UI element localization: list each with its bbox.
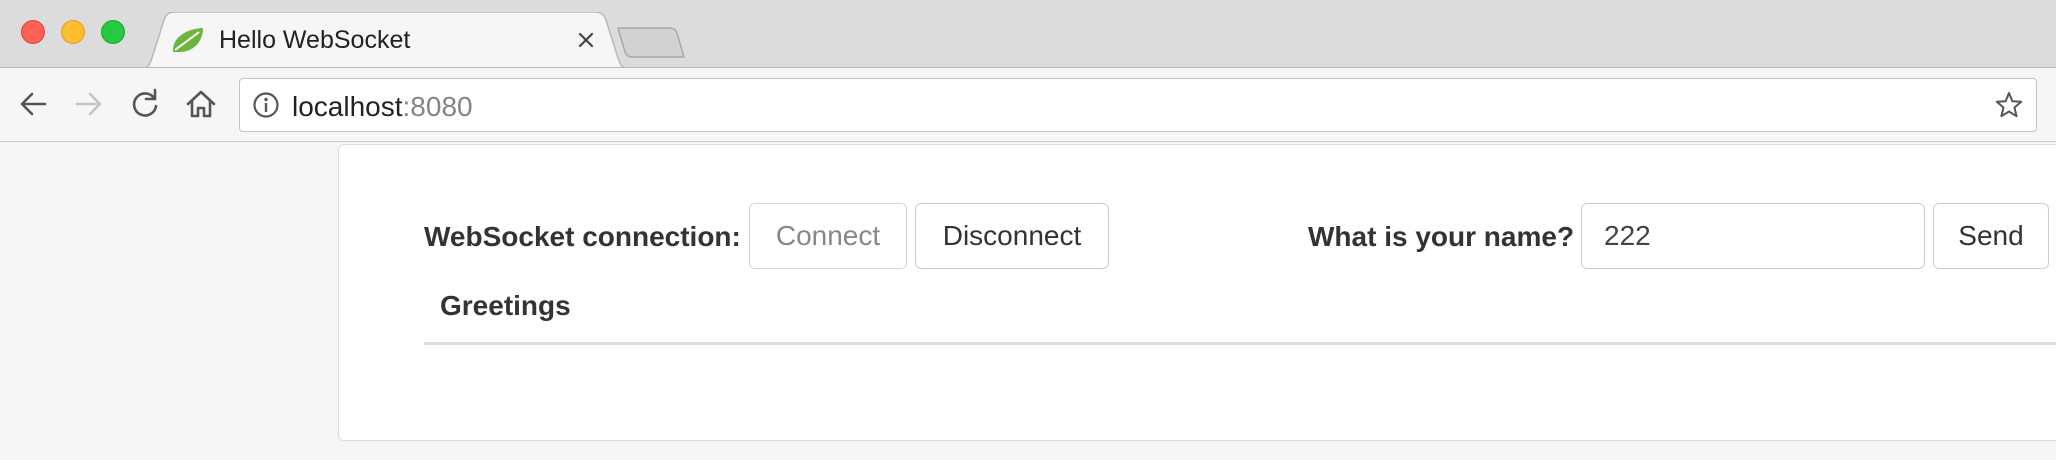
send-button[interactable]: Send — [1933, 203, 2049, 269]
spring-leaf-icon — [172, 28, 203, 53]
name-label: What is your name? — [1308, 221, 1575, 252]
connection-label: WebSocket connection: — [424, 221, 741, 252]
reload-icon[interactable] — [127, 86, 163, 122]
info-icon[interactable] — [252, 91, 280, 119]
arrow-right-icon — [75, 92, 102, 116]
close-icon[interactable] — [572, 26, 600, 54]
browser-toolbar: localhost:8080 — [0, 68, 2056, 142]
arrow-left-icon[interactable] — [15, 86, 51, 122]
url-port: :8080 — [402, 91, 473, 122]
address-bar[interactable]: localhost:8080 — [239, 78, 2037, 132]
star-icon[interactable] — [1994, 90, 2024, 120]
tab-hello-websocket[interactable]: Hello WebSocket — [140, 12, 630, 69]
url-host: localhost — [292, 91, 403, 122]
connect-button[interactable]: Connect — [749, 203, 907, 269]
window-maximize-button[interactable] — [101, 20, 125, 44]
window-close-button[interactable] — [21, 20, 45, 44]
window-minimize-button[interactable] — [61, 20, 85, 44]
page-viewport: WebSocket connection: Connect Disconnect… — [0, 142, 2056, 460]
main-card: WebSocket connection: Connect Disconnect… — [338, 144, 2056, 441]
name-input[interactable] — [1581, 203, 1925, 269]
home-icon[interactable] — [183, 86, 219, 122]
tab-strip: Hello WebSocket — [0, 0, 2056, 69]
disconnect-button[interactable]: Disconnect — [915, 203, 1109, 269]
greetings-divider — [424, 342, 2056, 345]
greetings-header: Greetings — [440, 290, 571, 321]
tab-title: Hello WebSocket — [219, 26, 411, 54]
new-tab-button[interactable] — [616, 27, 686, 59]
address-url[interactable]: localhost:8080 — [292, 91, 473, 123]
